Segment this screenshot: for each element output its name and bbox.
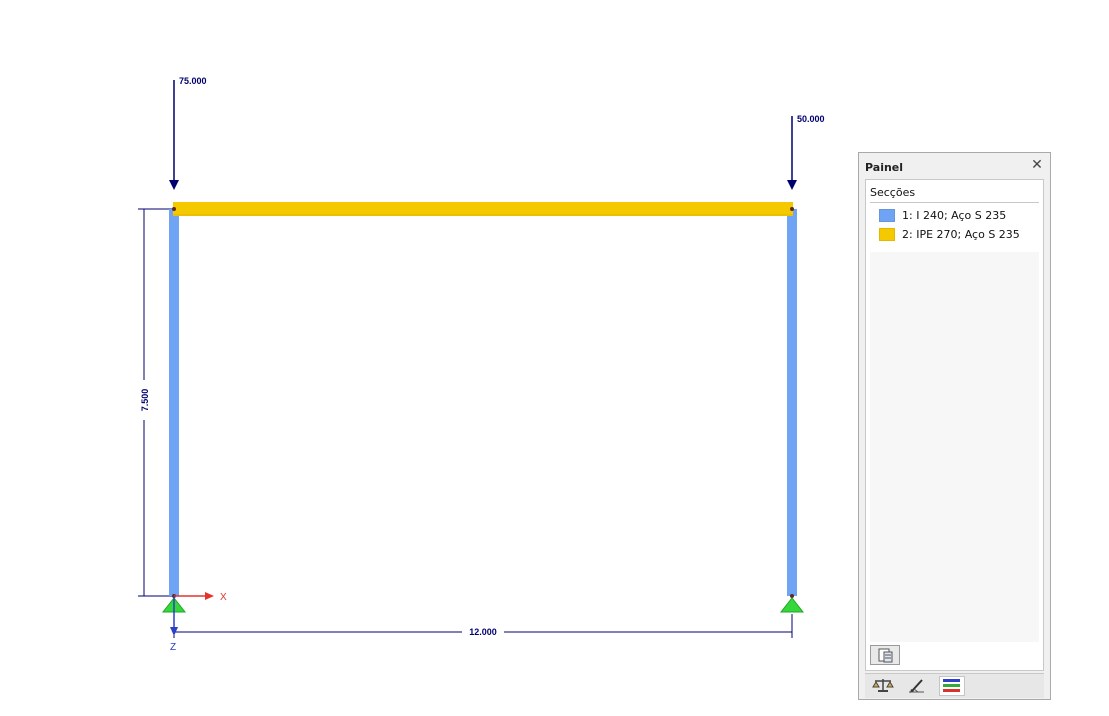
column-left[interactable] <box>169 209 179 596</box>
divider <box>870 202 1039 203</box>
load-node-2[interactable]: 50.000 <box>787 114 825 190</box>
panel-title: Painel <box>865 161 904 174</box>
section-legend: 1: I 240; Aço S 235 2: IPE 270; Aço S 23… <box>879 207 1039 245</box>
height-dimension-label: 7.500 <box>140 389 150 412</box>
legend-item-label: 1: I 240; Aço S 235 <box>902 209 1007 222</box>
color-swatch <box>879 209 895 222</box>
beam[interactable] <box>173 202 793 216</box>
export-table-icon <box>878 648 893 663</box>
scale-icon <box>872 679 894 692</box>
tab-colors[interactable] <box>939 676 965 696</box>
panel: Painel ✕ Secções 1: I 240; Aço S 235 2: … <box>858 152 1051 700</box>
color-swatch <box>879 228 895 241</box>
axis-z-label: Z <box>170 642 176 653</box>
support-right[interactable] <box>779 597 805 613</box>
load-value: 50.000 <box>797 114 825 124</box>
column-right[interactable] <box>787 209 797 596</box>
panel-body: Secções 1: I 240; Aço S 235 2: IPE 270; … <box>865 179 1044 671</box>
legend-item-label: 2: IPE 270; Aço S 235 <box>902 228 1020 241</box>
span-dimension: 12.000 <box>173 614 793 638</box>
tab-drawing[interactable] <box>905 676 931 696</box>
color-bars-icon <box>943 679 960 692</box>
global-axes: X Z <box>170 592 227 653</box>
height-dimension: 7.500 <box>138 208 174 597</box>
load-value: 75.000 <box>179 76 207 86</box>
structure-view[interactable]: 7.500 12.000 75.000 50.000 X Z <box>0 0 850 716</box>
node-1[interactable] <box>172 207 176 211</box>
panel-header: Painel ✕ <box>859 153 1050 179</box>
node-2[interactable] <box>790 207 794 211</box>
legend-item-section-2[interactable]: 2: IPE 270; Aço S 235 <box>879 226 1039 244</box>
axis-x-label: X <box>220 592 227 603</box>
sections-heading: Secções <box>870 186 916 199</box>
legend-empty-area <box>870 252 1039 642</box>
load-node-1[interactable]: 75.000 <box>169 76 207 190</box>
pencil-ruler-icon <box>909 679 924 693</box>
close-icon[interactable]: ✕ <box>1030 158 1044 172</box>
export-table-button[interactable] <box>870 645 900 665</box>
panel-tabs <box>865 673 1044 698</box>
tab-scale[interactable] <box>871 676 897 696</box>
legend-item-section-1[interactable]: 1: I 240; Aço S 235 <box>879 207 1039 225</box>
span-dimension-label: 12.000 <box>469 627 497 637</box>
